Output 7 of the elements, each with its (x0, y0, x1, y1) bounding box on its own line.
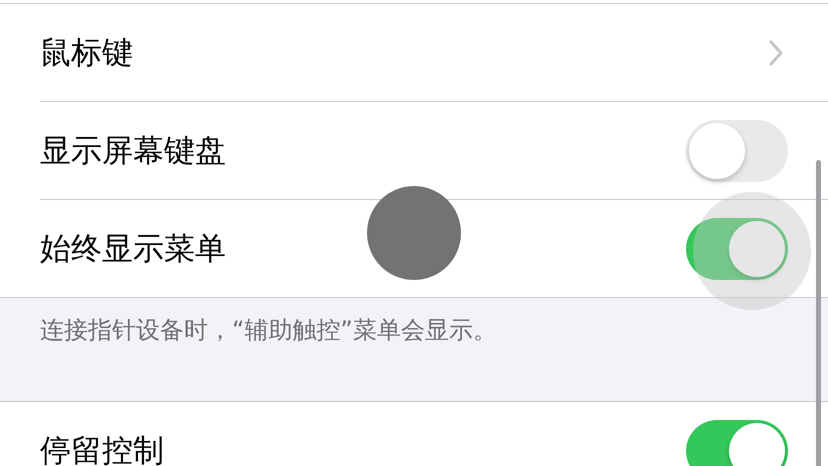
toggle-switch[interactable] (686, 420, 788, 466)
setting-label: 鼠标键 (40, 34, 133, 72)
setting-label: 停留控制 (40, 432, 164, 466)
footer-note: 连接指针设备时，“辅助触控”菜单会显示。 (40, 316, 497, 344)
setting-label: 显示屏幕键盘 (40, 132, 226, 170)
setting-label: 始终显示菜单 (40, 230, 226, 268)
chevron-icon[interactable] (768, 38, 784, 66)
